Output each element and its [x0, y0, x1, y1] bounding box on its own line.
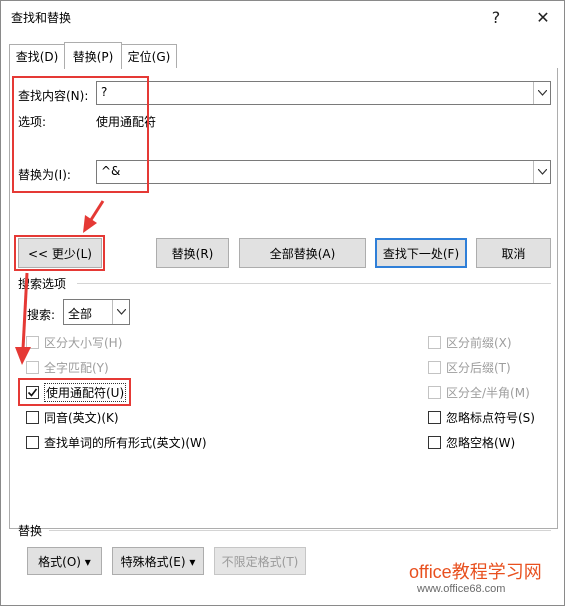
- find-replace-dialog: 查找和替换 ? ✕ 查找(D) 替换(P) 定位(G) 查找内容(N): ? 选…: [0, 0, 565, 606]
- watermark-title: office教程学习网: [409, 562, 542, 582]
- arrow-head: [83, 215, 97, 233]
- tab-replace-label: 替换(P): [72, 49, 114, 64]
- arrow-head: [15, 347, 31, 365]
- watermark-url: www.office68.com: [417, 583, 506, 595]
- annotation-arrows: [15, 200, 105, 365]
- arrow-line: [21, 272, 29, 350]
- tab-replace[interactable]: 替换(P): [64, 42, 122, 69]
